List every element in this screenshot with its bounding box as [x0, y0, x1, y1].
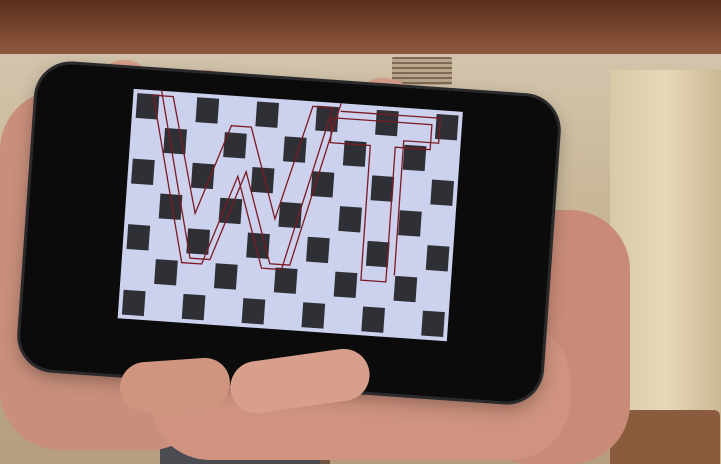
checker-square	[306, 236, 330, 264]
lower-thumb	[118, 356, 232, 414]
checker-square	[154, 259, 178, 286]
checker-square	[370, 175, 395, 202]
checker-square	[425, 245, 450, 272]
checker-square	[430, 179, 455, 206]
checker-square	[393, 275, 418, 303]
checkerboard-svg	[121, 90, 459, 338]
checker-square	[365, 240, 390, 268]
checker-square	[333, 271, 358, 299]
checker-square	[273, 267, 298, 294]
photo-scene	[0, 0, 721, 464]
checker-square	[131, 158, 155, 185]
wireframe-letter-path	[152, 94, 334, 271]
checker-square	[310, 171, 335, 198]
checker-square	[338, 206, 362, 233]
checker-square	[126, 224, 151, 251]
checker-square	[301, 302, 326, 329]
checkerboard-screen	[117, 88, 463, 342]
checker-square	[195, 97, 220, 124]
air-vent	[392, 57, 452, 85]
phone	[17, 62, 561, 404]
checker-square	[398, 210, 422, 237]
checker-square	[241, 298, 266, 325]
checker-square	[421, 310, 445, 338]
checker-square	[255, 101, 280, 128]
checker-square	[213, 263, 238, 290]
checker-square	[121, 289, 146, 317]
checker-square	[361, 306, 386, 333]
ceiling	[0, 0, 721, 54]
checker-square	[181, 293, 206, 321]
